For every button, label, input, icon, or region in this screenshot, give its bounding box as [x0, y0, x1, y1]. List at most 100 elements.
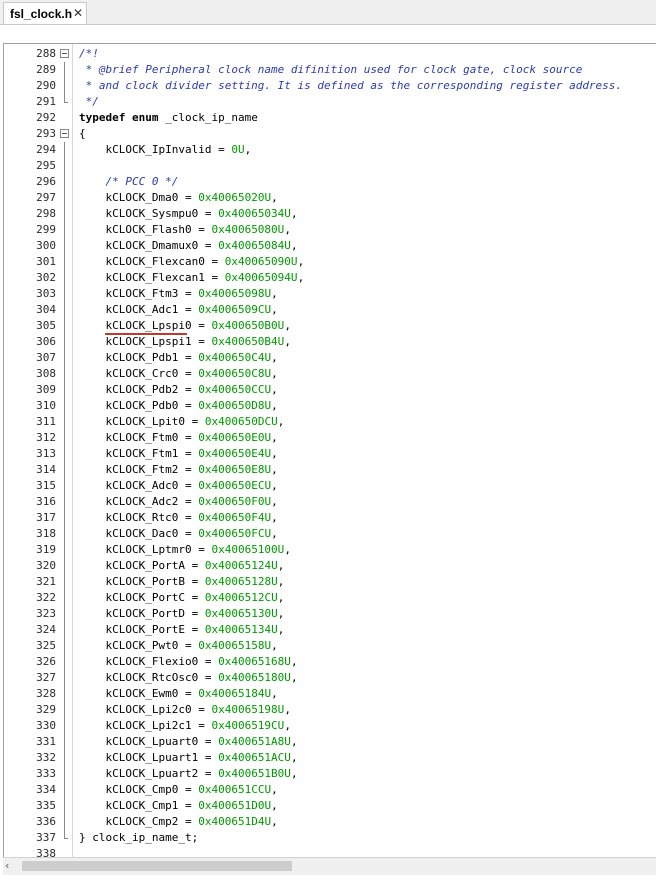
- code-token: kCLOCK_Flexio0 =: [79, 655, 219, 668]
- code-token: 0x40065130U: [204, 607, 278, 620]
- code-line[interactable]: 311 kCLOCK_Lpit0 = 0x400650DCU,: [4, 414, 656, 430]
- code-line[interactable]: 325 kCLOCK_Pwt0 = 0x40065158U,: [4, 638, 656, 654]
- tab-bar: fsl_clock.h ✕: [0, 0, 656, 25]
- code-line[interactable]: 303 kCLOCK_Ftm3 = 0x40065098U,: [4, 286, 656, 302]
- code-line[interactable]: 327 kCLOCK_RtcOsc0 = 0x40065180U,: [4, 670, 656, 686]
- fold-guide: [64, 222, 65, 238]
- code-token: 0x400650ECU: [198, 479, 272, 492]
- line-number: 318: [36, 527, 56, 540]
- code-line[interactable]: 329 kCLOCK_Lpi2c0 = 0x40065198U,: [4, 702, 656, 718]
- fold-guide: [64, 430, 65, 446]
- fold-toggle-icon[interactable]: [60, 49, 69, 58]
- code-line[interactable]: 334 kCLOCK_Cmp0 = 0x400651CCU,: [4, 782, 656, 798]
- code-editor[interactable]: 288 /*! 289 * @brief Peripheral clock name…: [3, 43, 656, 858]
- code-text: /*!: [79, 46, 99, 62]
- code-line[interactable]: 295: [4, 158, 656, 174]
- close-icon[interactable]: ✕: [73, 6, 83, 20]
- code-token: ,: [244, 143, 252, 156]
- code-token: ,: [297, 271, 305, 284]
- code-token: ,: [277, 607, 285, 620]
- code-line[interactable]: 314 kCLOCK_Ftm2 = 0x400650E8U,: [4, 462, 656, 478]
- code-line[interactable]: 320 kCLOCK_PortA = 0x40065124U,: [4, 558, 656, 574]
- code-line[interactable]: 300 kCLOCK_Dmamux0 = 0x40065084U,: [4, 238, 656, 254]
- scrollbar-thumb[interactable]: [22, 861, 292, 871]
- code-line[interactable]: 317 kCLOCK_Rtc0 = 0x400650F4U,: [4, 510, 656, 526]
- chevron-left-icon[interactable]: ‹: [5, 859, 9, 872]
- line-number: 325: [36, 639, 56, 652]
- code-line[interactable]: 321 kCLOCK_PortB = 0x40065128U,: [4, 574, 656, 590]
- line-number: 305: [36, 319, 56, 332]
- code-line[interactable]: 294 kCLOCK_IpInvalid = 0U,: [4, 142, 656, 158]
- code-line[interactable]: 332 kCLOCK_Lpuart1 = 0x400651ACU,: [4, 750, 656, 766]
- code-line[interactable]: 326 kCLOCK_Flexio0 = 0x40065168U,: [4, 654, 656, 670]
- code-line[interactable]: 330 kCLOCK_Lpi2c1 = 0x4006519CU,: [4, 718, 656, 734]
- code-token: kCLOCK_Lpi2c1 =: [79, 719, 212, 732]
- code-line[interactable]: 315 kCLOCK_Adc0 = 0x400650ECU,: [4, 478, 656, 494]
- code-line[interactable]: 337} clock_ip_name_t;: [4, 830, 656, 846]
- code-line[interactable]: 318 kCLOCK_Dac0 = 0x400650FCU,: [4, 526, 656, 542]
- code-line[interactable]: 301 kCLOCK_Flexcan0 = 0x40065090U,: [4, 254, 656, 270]
- tab-fsl-clock-h[interactable]: fsl_clock.h ✕: [3, 2, 87, 24]
- code-token: kCLOCK_Ewm0 =: [79, 687, 199, 700]
- code-line[interactable]: 316 kCLOCK_Adc2 = 0x400650F0U,: [4, 494, 656, 510]
- code-token: kCLOCK_Adc1 =: [79, 303, 199, 316]
- fold-guide: [64, 542, 65, 558]
- horizontal-scrollbar[interactable]: ‹: [3, 857, 656, 875]
- code-text: kCLOCK_Dac0 = 0x400650FCU,: [79, 526, 277, 542]
- code-line[interactable]: 310 kCLOCK_Pdb0 = 0x400650D8U,: [4, 398, 656, 414]
- code-line[interactable]: 322 kCLOCK_PortC = 0x4006512CU,: [4, 590, 656, 606]
- code-line[interactable]: 328 kCLOCK_Ewm0 = 0x40065184U,: [4, 686, 656, 702]
- line-number: 296: [36, 175, 56, 188]
- line-number: 309: [36, 383, 56, 396]
- code-line[interactable]: 308 kCLOCK_Crc0 = 0x400650C8U,: [4, 366, 656, 382]
- fold-guide: [64, 78, 65, 94]
- code-line[interactable]: 336 kCLOCK_Cmp2 = 0x400651D4U,: [4, 814, 656, 830]
- code-line[interactable]: 299 kCLOCK_Flash0 = 0x40065080U,: [4, 222, 656, 238]
- code-line[interactable]: 312 kCLOCK_Ftm0 = 0x400650E0U,: [4, 430, 656, 446]
- code-token: ,: [277, 415, 285, 428]
- code-line[interactable]: 305 kCLOCK_Lpspi0 = 0x400650B0U,: [4, 318, 656, 334]
- code-line[interactable]: 296 /* PCC 0 */: [4, 174, 656, 190]
- code-line[interactable]: 288 /*!: [4, 46, 656, 62]
- code-token: ,: [271, 495, 278, 508]
- code-line[interactable]: 292 typedef enum _clock_ip_name: [4, 110, 656, 126]
- code-token: 0x400651A8U: [218, 735, 291, 748]
- code-line[interactable]: 302 kCLOCK_Flexcan1 = 0x40065094U,: [4, 270, 656, 286]
- code-line[interactable]: 297 kCLOCK_Dma0 = 0x40065020U,: [4, 190, 656, 206]
- code-line[interactable]: 331 kCLOCK_Lpuart0 = 0x400651A8U,: [4, 734, 656, 750]
- code-text: kCLOCK_Lpi2c1 = 0x4006519CU,: [79, 718, 290, 734]
- code-line[interactable]: 289 * @brief Peripheral clock name difin…: [4, 62, 656, 78]
- code-token: ,: [271, 383, 278, 396]
- code-token: kCLOCK_Ftm3 =: [79, 287, 199, 300]
- code-line[interactable]: 319 kCLOCK_Lptmr0 = 0x40065100U,: [4, 542, 656, 558]
- code-token: ,: [290, 239, 298, 252]
- code-line[interactable]: 335 kCLOCK_Cmp1 = 0x400651D0U,: [4, 798, 656, 814]
- code-line[interactable]: 298 kCLOCK_Sysmpu0 = 0x40065034U,: [4, 206, 656, 222]
- code-line[interactable]: 323 kCLOCK_PortD = 0x40065130U,: [4, 606, 656, 622]
- code-line[interactable]: 293 {: [4, 126, 656, 142]
- fold-guide: [64, 734, 65, 750]
- fold-guide: [64, 510, 65, 526]
- code-line[interactable]: 290 * and clock divider setting. It is d…: [4, 78, 656, 94]
- code-line[interactable]: 333 kCLOCK_Lpuart2 = 0x400651B0U,: [4, 766, 656, 782]
- code-line[interactable]: 309 kCLOCK_Pdb2 = 0x400650CCU,: [4, 382, 656, 398]
- code-text: kCLOCK_Lptmr0 = 0x40065100U,: [79, 542, 290, 558]
- code-token: kCLOCK_Ftm0 =: [79, 431, 199, 444]
- code-line[interactable]: 304 kCLOCK_Adc1 = 0x4006509CU,: [4, 302, 656, 318]
- code-line[interactable]: 307 kCLOCK_Pdb1 = 0x400650C4U,: [4, 350, 656, 366]
- code-text: kCLOCK_Flexio0 = 0x40065168U,: [79, 654, 297, 670]
- code-line[interactable]: 313 kCLOCK_Ftm1 = 0x400650E4U,: [4, 446, 656, 462]
- code-text: kCLOCK_Ewm0 = 0x40065184U,: [79, 686, 277, 702]
- code-token: ,: [271, 351, 278, 364]
- code-token: } clock_ip_name_t;: [79, 831, 199, 844]
- code-token: kCLOCK_Ftm2 =: [79, 463, 199, 476]
- code-text: kCLOCK_Sysmpu0 = 0x40065034U,: [79, 206, 297, 222]
- code-token: kCLOCK_Lpuart2 =: [79, 767, 219, 780]
- fold-guide: [64, 638, 65, 654]
- code-token: ,: [271, 447, 278, 460]
- code-line[interactable]: 306 kCLOCK_Lpspi1 = 0x400650B4U,: [4, 334, 656, 350]
- code-line[interactable]: 291 */: [4, 94, 656, 110]
- fold-toggle-icon[interactable]: [60, 129, 69, 138]
- code-line[interactable]: 324 kCLOCK_PortE = 0x40065134U,: [4, 622, 656, 638]
